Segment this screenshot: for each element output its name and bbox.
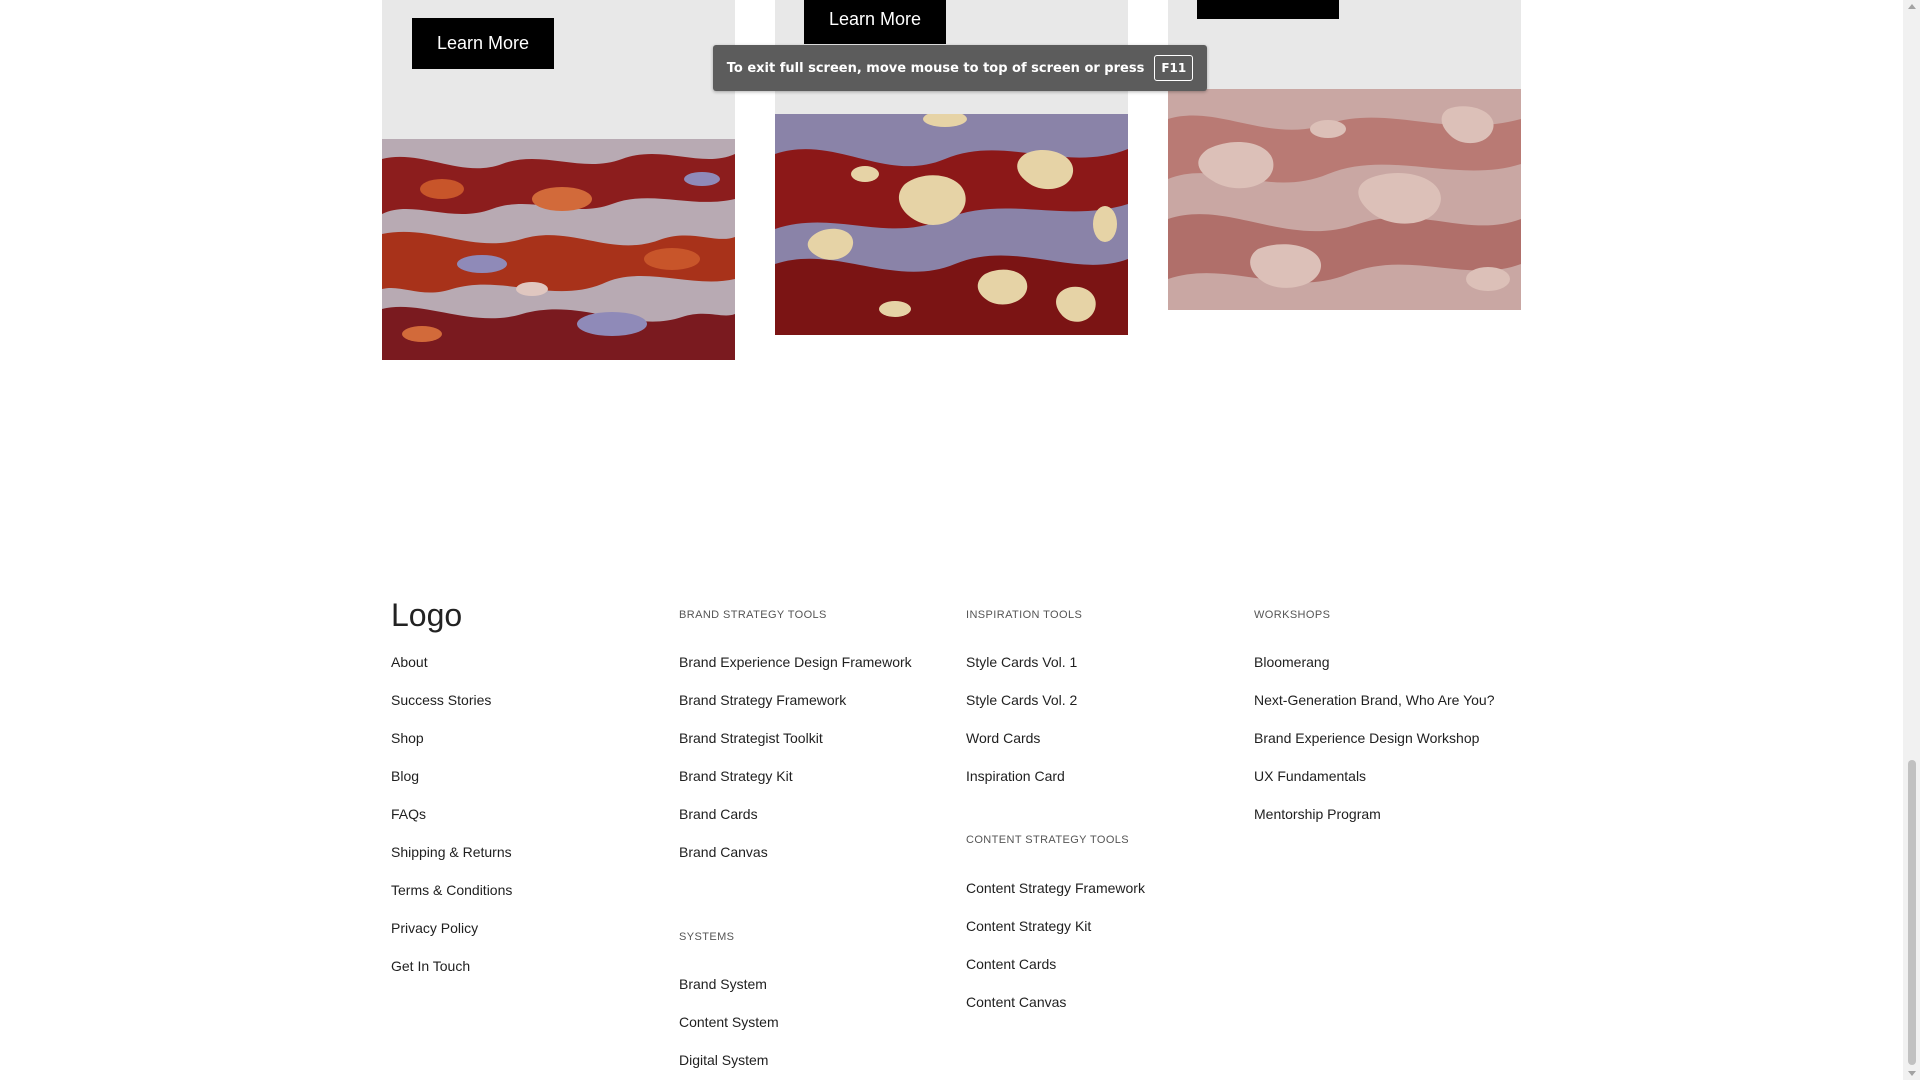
vertical-scrollbar[interactable] [1903, 0, 1920, 1080]
footer-link-bloomerang[interactable]: Bloomerang [1254, 654, 1330, 670]
scroll-down-arrow-icon[interactable] [1908, 1071, 1916, 1076]
footer-link-blog[interactable]: Blog [391, 768, 419, 784]
footer-link-brand-strategist-toolkit[interactable]: Brand Strategist Toolkit [679, 730, 823, 746]
footer-link-success-stories[interactable]: Success Stories [391, 692, 491, 708]
footer-link-ux-fundamentals[interactable]: UX Fundamentals [1254, 768, 1366, 784]
footer-link-privacy[interactable]: Privacy Policy [391, 920, 478, 936]
scrollbar-thumb[interactable] [1908, 760, 1916, 1065]
footer-link-content-strategy-framework[interactable]: Content Strategy Framework [966, 880, 1145, 896]
card-image-2 [775, 114, 1128, 335]
product-card-1: Learn More [382, 0, 735, 140]
footer-link-content-system[interactable]: Content System [679, 1014, 779, 1030]
footer-link-brand-experience-design-workshop[interactable]: Brand Experience Design Workshop [1254, 730, 1479, 746]
fullscreen-notice-text: To exit full screen, move mouse to top o… [726, 60, 1145, 76]
workshops-heading: WORKSHOPS [1254, 609, 1331, 621]
card-image-3 [1168, 89, 1521, 310]
fullscreen-exit-notice: To exit full screen, move mouse to top o… [713, 45, 1207, 91]
footer-link-brand-strategy-kit[interactable]: Brand Strategy Kit [679, 768, 793, 784]
learn-more-button[interactable]: Learn More [804, 0, 946, 44]
product-card-3 [1168, 0, 1521, 90]
systems-heading: SYSTEMS [679, 931, 735, 943]
footer-link-inspiration-card[interactable]: Inspiration Card [966, 768, 1065, 784]
card-image-1 [382, 139, 735, 360]
footer-link-brand-strategy-framework[interactable]: Brand Strategy Framework [679, 692, 846, 708]
footer-link-brand-canvas[interactable]: Brand Canvas [679, 844, 768, 860]
footer-link-shop[interactable]: Shop [391, 730, 424, 746]
footer-link-brand-experience-design-framework[interactable]: Brand Experience Design Framework [679, 654, 912, 670]
learn-more-button[interactable]: Learn More [412, 18, 554, 69]
content-strategy-tools-heading: CONTENT STRATEGY TOOLS [966, 834, 1130, 846]
brand-strategy-tools-heading: BRAND STRATEGY TOOLS [679, 609, 827, 621]
footer-link-content-canvas[interactable]: Content Canvas [966, 994, 1066, 1010]
footer-link-shipping-returns[interactable]: Shipping & Returns [391, 844, 512, 860]
footer-link-faqs[interactable]: FAQs [391, 806, 426, 822]
footer-link-next-generation-brand[interactable]: Next-Generation Brand, Who Are You? [1254, 692, 1494, 708]
learn-more-button[interactable] [1197, 0, 1339, 19]
footer-link-get-in-touch[interactable]: Get In Touch [391, 958, 470, 974]
scroll-up-arrow-icon[interactable] [1908, 4, 1916, 9]
footer-link-brand-cards[interactable]: Brand Cards [679, 806, 758, 822]
footer-link-digital-system[interactable]: Digital System [679, 1052, 768, 1068]
footer-link-mentorship-program[interactable]: Mentorship Program [1254, 806, 1381, 822]
footer-logo[interactable]: Logo [391, 597, 462, 634]
footer-link-brand-system[interactable]: Brand System [679, 976, 767, 992]
footer-link-word-cards[interactable]: Word Cards [966, 730, 1040, 746]
footer-link-content-strategy-kit[interactable]: Content Strategy Kit [966, 918, 1091, 934]
footer-link-content-cards[interactable]: Content Cards [966, 956, 1056, 972]
footer-link-about[interactable]: About [391, 654, 428, 670]
inspiration-tools-heading: INSPIRATION TOOLS [966, 609, 1083, 621]
footer-link-terms[interactable]: Terms & Conditions [391, 882, 512, 898]
footer-link-style-cards-vol-1[interactable]: Style Cards Vol. 1 [966, 654, 1077, 670]
f11-key-badge: F11 [1154, 55, 1194, 81]
footer-link-style-cards-vol-2[interactable]: Style Cards Vol. 2 [966, 692, 1077, 708]
